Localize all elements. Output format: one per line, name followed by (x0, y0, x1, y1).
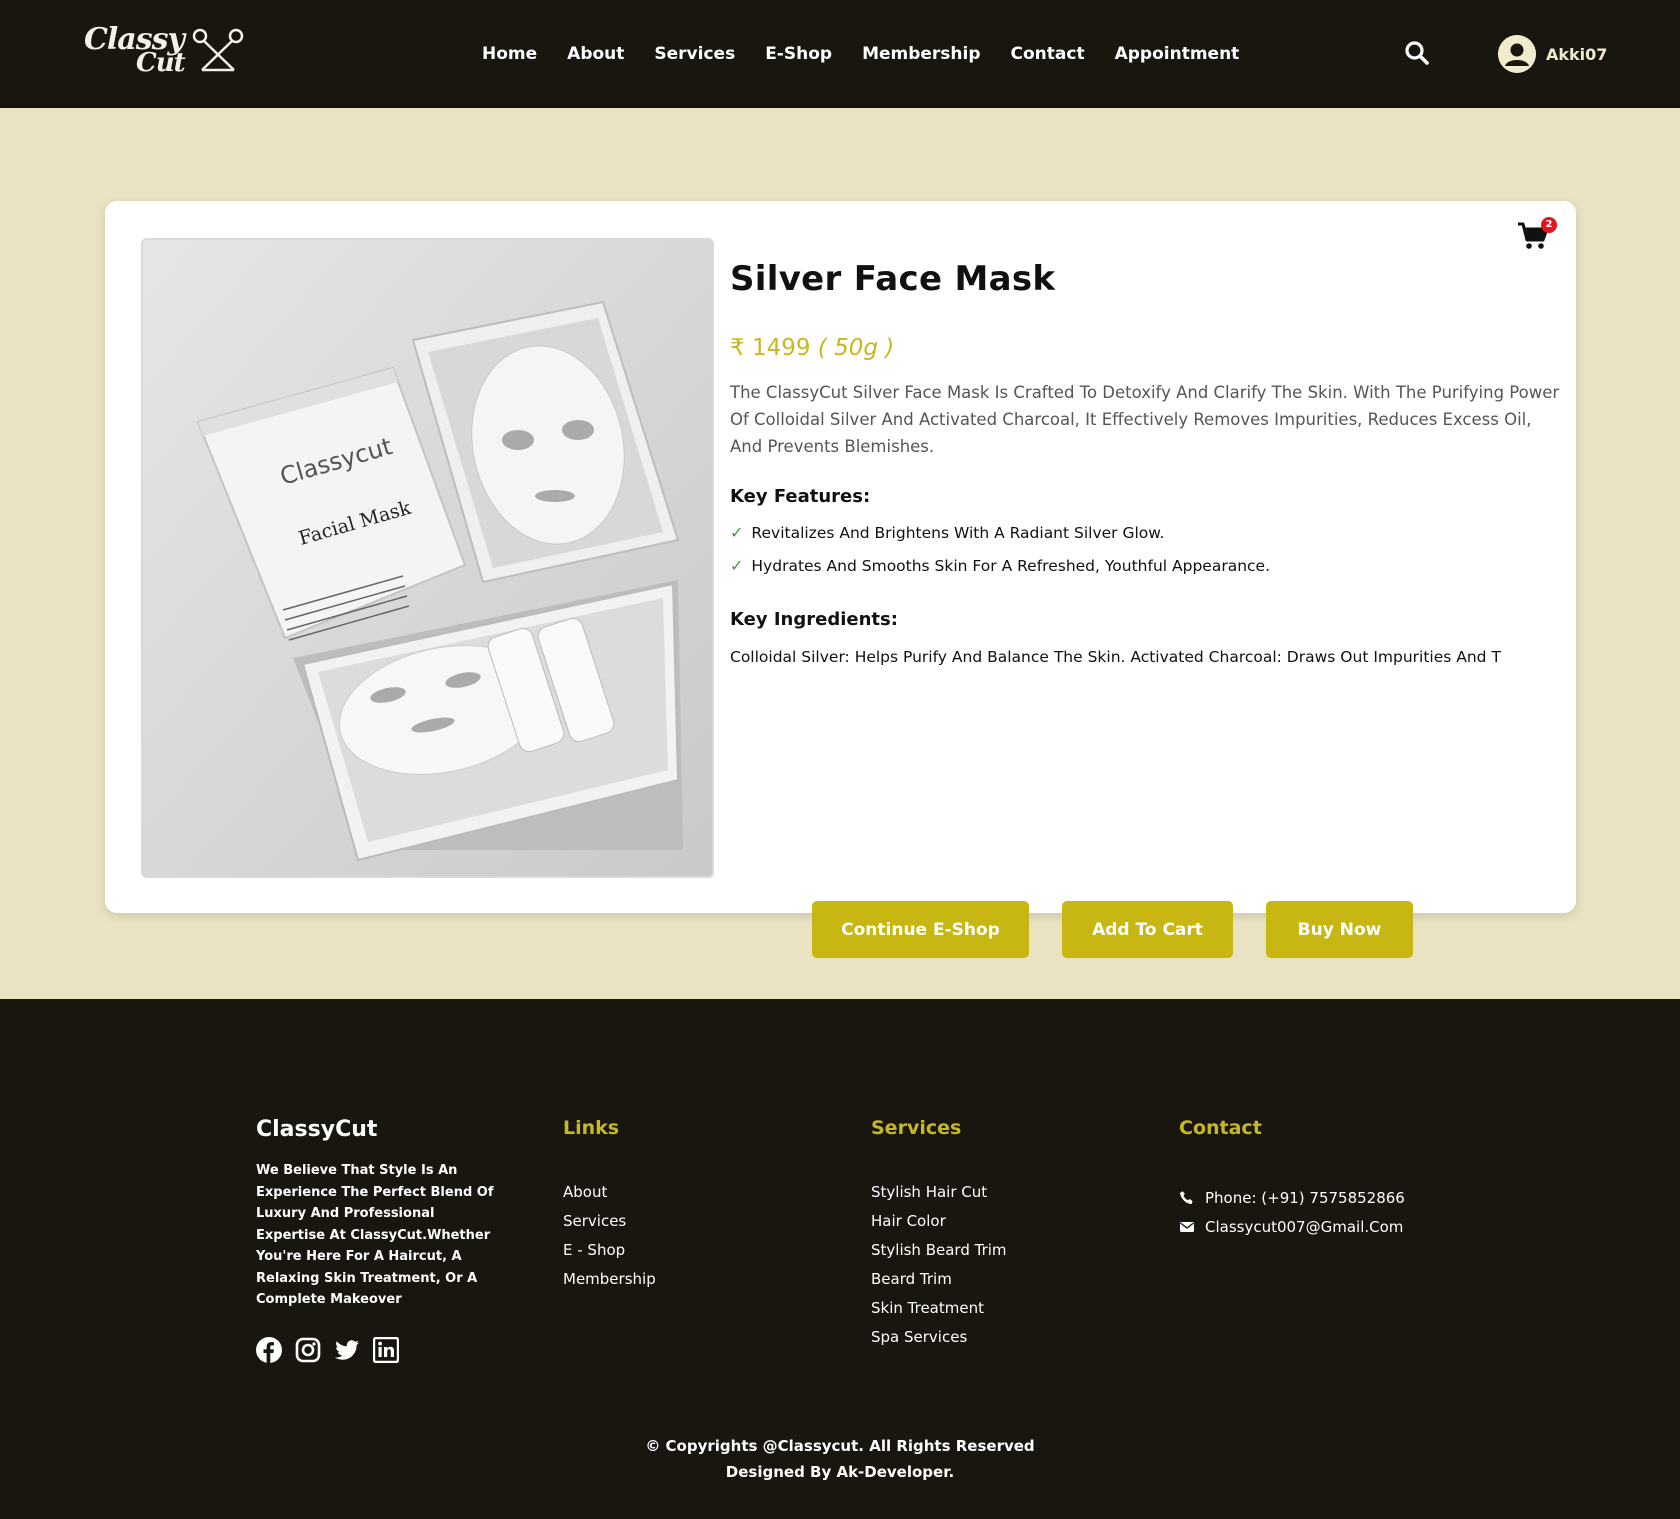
nav-appointment[interactable]: Appointment (1115, 44, 1240, 64)
footer-service-item[interactable]: Beard Trim (871, 1270, 1007, 1299)
linkedin-icon[interactable] (372, 1336, 400, 1363)
footer-service-item[interactable]: Stylish Hair Cut (871, 1183, 1007, 1212)
footer-services-heading: Services (871, 1117, 962, 1139)
username: Akki07 (1546, 44, 1608, 64)
product-image: Classycut Facial Mask (141, 238, 714, 878)
footer-service-item[interactable]: Skin Treatment (871, 1299, 1007, 1328)
social-links (256, 1336, 516, 1363)
nav-membership[interactable]: Membership (862, 44, 980, 64)
footer-link-membership[interactable]: Membership (563, 1270, 656, 1299)
phone-icon (1180, 1190, 1193, 1204)
feature-text: Hydrates And Smooths Skin For A Refreshe… (751, 556, 1270, 575)
footer-link-services[interactable]: Services (563, 1212, 656, 1241)
scissors-icon (192, 28, 244, 72)
site-header: Classy Cut Home About Services E-Shop Me… (0, 0, 1680, 108)
key-features-heading: Key Features: (730, 486, 871, 507)
price-quantity: ( 50g ) (817, 335, 895, 361)
cart-button[interactable]: 2 (1517, 217, 1557, 255)
search-icon[interactable] (1404, 40, 1430, 66)
cart-count-badge: 2 (1541, 217, 1557, 233)
user-menu[interactable]: Akki07 (1498, 34, 1607, 74)
footer-service-item[interactable]: Spa Services (871, 1328, 1007, 1357)
footer-contact-heading: Contact (1179, 1117, 1262, 1139)
product-info: Silver Face Mask ₹ 1499 ( 50g ) The Clas… (730, 259, 1560, 666)
buy-now-button[interactable]: Buy Now (1266, 901, 1413, 958)
footer-link-about[interactable]: About (563, 1183, 656, 1212)
footer-email[interactable]: Classycut007@Gmail.Com (1179, 1212, 1405, 1241)
site-footer: ClassyCut We Believe That Style Is An Ex… (0, 999, 1680, 1519)
footer-contact: Contact Phone: (+91) 7575852866 Classycu… (1179, 1117, 1405, 1241)
check-icon: ✓ (730, 523, 744, 542)
nav-services[interactable]: Services (654, 44, 735, 64)
footer-services: Services Stylish Hair Cut Hair Color Sty… (871, 1117, 1007, 1357)
nav-home[interactable]: Home (482, 44, 537, 64)
ingredients-text: Colloidal Silver: Helps Purify And Balan… (730, 648, 1501, 666)
product-title: Silver Face Mask (730, 259, 1056, 299)
nav-about[interactable]: About (567, 44, 624, 64)
instagram-icon[interactable] (295, 1337, 321, 1363)
feature-item: ✓ Revitalizes And Brightens With A Radia… (730, 523, 1560, 542)
footer-service-item[interactable]: Hair Color (871, 1212, 1007, 1241)
footer-brand: ClassyCut (256, 1117, 378, 1142)
main-nav: Home About Services E-Shop Membership Co… (482, 0, 1269, 108)
product-description: The ClassyCut Silver Face Mask Is Crafte… (730, 383, 1560, 456)
footer-service-item[interactable]: Stylish Beard Trim (871, 1241, 1007, 1270)
feature-text: Revitalizes And Brightens With A Radiant… (751, 523, 1165, 542)
facebook-icon[interactable] (256, 1336, 282, 1363)
check-icon: ✓ (730, 556, 744, 575)
site-logo[interactable]: Classy Cut (84, 22, 244, 80)
footer-copyright: © Copyrights @Classycut. All Rights Rese… (645, 1437, 1035, 1481)
footer-phone[interactable]: Phone: (+91) 7575852866 (1179, 1183, 1405, 1212)
add-to-cart-button[interactable]: Add To Cart (1062, 901, 1233, 958)
footer-about-text: We Believe That Style Is An Experience T… (256, 1163, 494, 1307)
nav-eshop[interactable]: E-Shop (765, 44, 832, 64)
avatar-icon (1498, 35, 1536, 73)
twitter-icon[interactable] (334, 1337, 360, 1363)
footer-links: Links About Services E - Shop Membership (563, 1117, 656, 1299)
continue-eshop-button[interactable]: Continue E-Shop (812, 901, 1029, 958)
email-icon (1180, 1221, 1194, 1232)
footer-about: ClassyCut We Believe That Style Is An Ex… (256, 1117, 516, 1363)
key-ingredients-heading: Key Ingredients: (730, 609, 898, 630)
feature-item: ✓ Hydrates And Smooths Skin For A Refres… (730, 556, 1560, 575)
footer-links-heading: Links (563, 1117, 620, 1139)
price-value: ₹ 1499 (730, 335, 811, 361)
nav-contact[interactable]: Contact (1011, 44, 1085, 64)
footer-link-eshop[interactable]: E - Shop (563, 1241, 656, 1270)
product-price: ₹ 1499 ( 50g ) (730, 335, 1560, 361)
product-card: 2 Classycut Facial Mask Silver Face Mask… (105, 201, 1576, 958)
